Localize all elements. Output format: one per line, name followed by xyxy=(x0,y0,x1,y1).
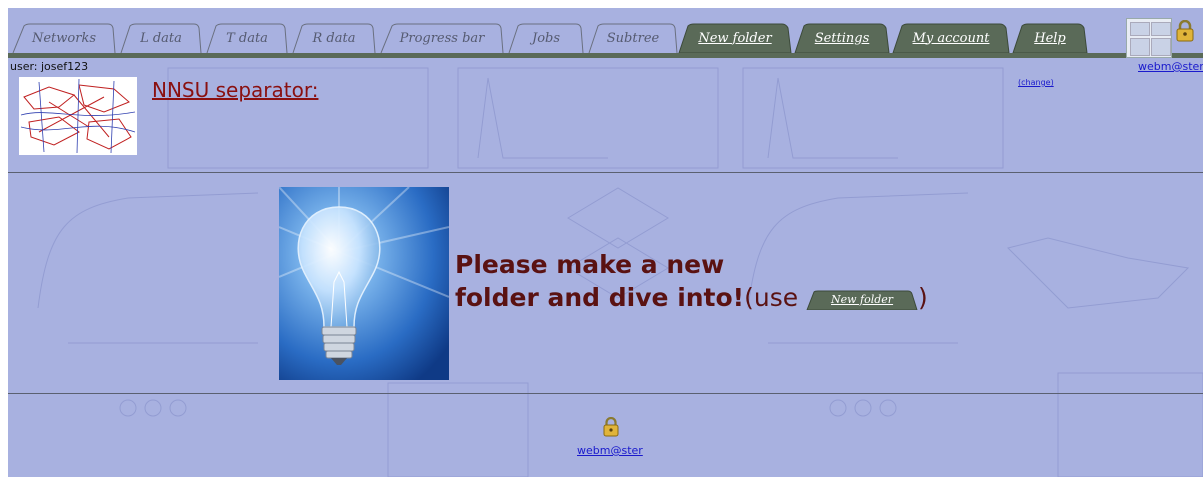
tab-label: My account xyxy=(912,30,990,46)
tab-networks[interactable]: Networks xyxy=(12,23,116,53)
tab-r-data[interactable]: R data xyxy=(292,23,376,53)
tab-label: Help xyxy=(1034,30,1066,46)
webmaster-link[interactable]: webm@ster xyxy=(1138,60,1203,73)
project-title-link[interactable]: NNSU separator: xyxy=(152,78,318,102)
light-bulb-image xyxy=(279,187,449,380)
tab-label: L data xyxy=(140,30,182,46)
divider-bottom xyxy=(8,393,1203,394)
network-thumbnail xyxy=(19,77,137,155)
empty-state-message: Please make a new folder and dive into!(… xyxy=(455,248,928,314)
tab-label: R data xyxy=(312,30,356,46)
tab-label: T data xyxy=(226,30,268,46)
message-line-1: Please make a new xyxy=(455,250,725,279)
tab-bar: Networks L data T data R data Progress b… xyxy=(8,8,1203,58)
tab-progress-bar[interactable]: Progress bar xyxy=(380,23,504,53)
page: Networks L data T data R data Progress b… xyxy=(8,8,1203,477)
tab-label: Subtree xyxy=(606,30,660,46)
user-label: user: josef123 xyxy=(10,60,89,73)
tab-t-data[interactable]: T data xyxy=(206,23,288,53)
divider-top xyxy=(8,172,1203,173)
tab-label: Settings xyxy=(814,30,870,46)
tab-bar-underline xyxy=(8,53,1203,58)
use-suffix: ) xyxy=(918,283,928,312)
use-prefix: (use xyxy=(744,283,807,312)
tab-subtree[interactable]: Subtree xyxy=(588,23,678,53)
message-line-2-text: folder and dive into! xyxy=(455,283,745,312)
webmaster-link-footer[interactable]: webm@ster xyxy=(577,444,643,457)
tab-help[interactable]: Help xyxy=(1012,23,1088,53)
tab-my-account[interactable]: My account xyxy=(892,23,1010,53)
inline-button-label: New folder xyxy=(831,293,894,306)
tab-label: Networks xyxy=(31,30,96,46)
tab-label: Jobs xyxy=(531,30,561,46)
tab-settings[interactable]: Settings xyxy=(794,23,890,53)
site-logo[interactable] xyxy=(1126,18,1172,58)
change-link[interactable]: (change) xyxy=(1018,78,1054,87)
tab-label: Progress bar xyxy=(399,30,485,46)
lock-icon xyxy=(603,417,619,437)
new-folder-inline-button[interactable]: New folder xyxy=(806,290,918,310)
tab-label: New folder xyxy=(698,30,772,46)
tab-new-folder[interactable]: New folder xyxy=(678,23,792,53)
tab-jobs[interactable]: Jobs xyxy=(508,23,584,53)
tab-l-data[interactable]: L data xyxy=(120,23,202,53)
lock-icon[interactable] xyxy=(1176,20,1194,42)
message-line-2: folder and dive into!(use New folder) xyxy=(455,281,928,314)
